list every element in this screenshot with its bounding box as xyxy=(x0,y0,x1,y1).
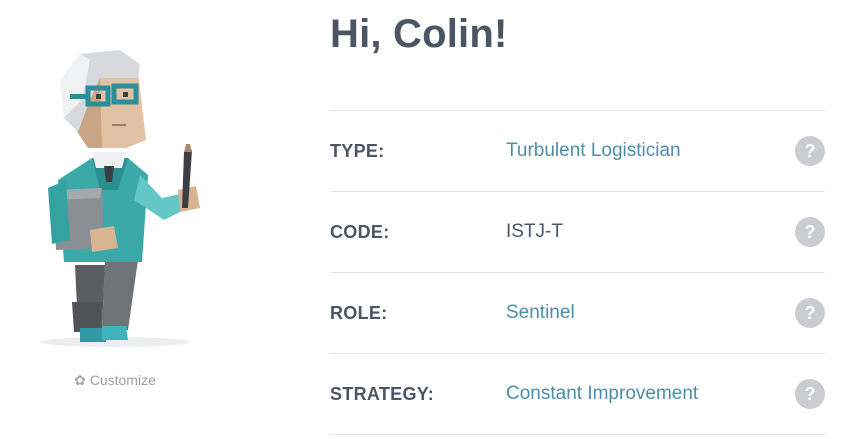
strategy-help-icon[interactable]: ? xyxy=(795,379,825,409)
strategy-row: STRATEGY: Constant Improvement ? xyxy=(330,353,825,435)
type-help-icon[interactable]: ? xyxy=(795,136,825,166)
code-label: CODE: xyxy=(330,221,390,242)
strategy-label: STRATEGY: xyxy=(330,383,435,404)
code-help-icon[interactable]: ? xyxy=(795,217,825,247)
code-row: CODE: ISTJ-T ? xyxy=(330,191,825,272)
code-value: ISTJ-T xyxy=(506,221,563,242)
type-label: TYPE: xyxy=(330,140,385,161)
strategy-value-link[interactable]: Constant Improvement xyxy=(506,383,698,405)
role-value-link[interactable]: Sentinel xyxy=(506,302,575,324)
personality-summary-table: TYPE: Turbulent Logistician ? CODE: ISTJ… xyxy=(330,110,825,435)
customize-link[interactable]: ✿ Customize xyxy=(74,372,156,388)
type-value-link[interactable]: Turbulent Logistician xyxy=(506,140,681,162)
page-title: Hi, Colin! xyxy=(330,12,508,56)
type-row: TYPE: Turbulent Logistician ? xyxy=(330,110,825,191)
avatar xyxy=(30,40,210,360)
logistician-character-illustration xyxy=(40,50,200,347)
role-help-icon[interactable]: ? xyxy=(795,298,825,328)
role-label: ROLE: xyxy=(330,302,388,323)
role-row: ROLE: Sentinel ? xyxy=(330,272,825,353)
gear-icon: ✿ xyxy=(74,372,86,388)
customize-label: Customize xyxy=(89,372,156,388)
